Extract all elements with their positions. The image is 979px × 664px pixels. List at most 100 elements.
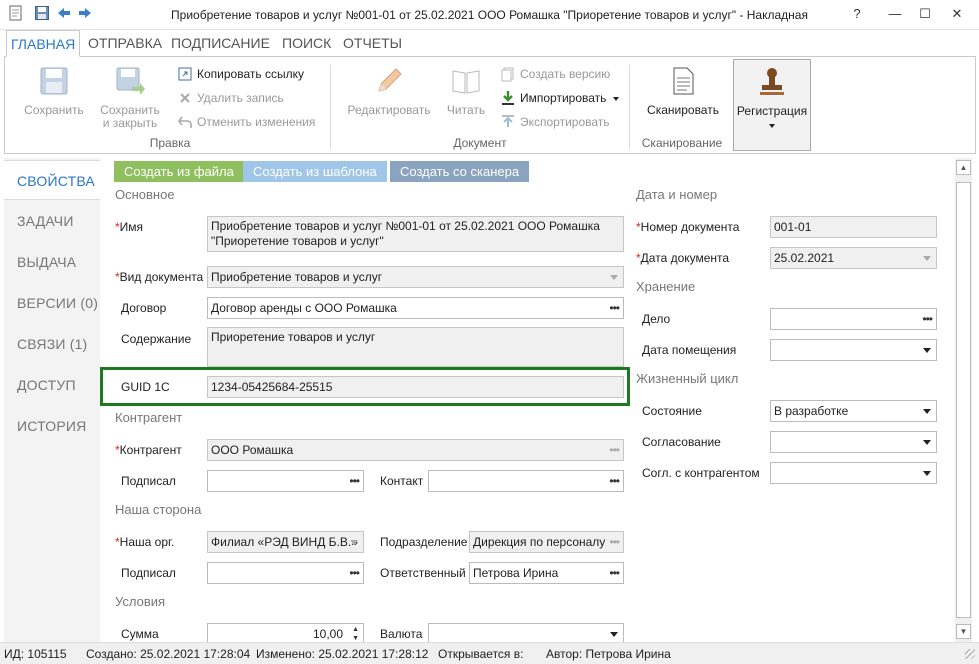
sum-field[interactable]: 10,00 ▲ ▼ <box>207 623 364 642</box>
tab-search[interactable]: ПОИСК <box>278 30 335 56</box>
contract-field[interactable]: Договор аренды с ООО Ромашка ••• <box>207 297 624 319</box>
content-label: Содержание <box>121 332 192 346</box>
create-from-template-button[interactable]: Создать из шаблона <box>243 161 387 182</box>
scroll-thumb[interactable] <box>956 182 971 618</box>
doc-number-field[interactable]: 001-01 <box>770 216 937 238</box>
ellipsis-icon[interactable]: ••• <box>609 440 620 460</box>
edit-button[interactable]: Редактировать <box>345 65 433 117</box>
signed-field[interactable]: ••• <box>207 470 364 492</box>
create-from-file-button[interactable]: Создать из файла <box>114 161 244 182</box>
state-select[interactable]: В разработке <box>770 400 937 422</box>
create-version-button[interactable]: Создать версию <box>500 65 610 83</box>
name-field[interactable]: Приобретение товаров и услуг №001-01 от … <box>207 216 624 252</box>
ellipsis-icon[interactable]: ••• <box>609 298 620 318</box>
scan-label: Сканировать <box>647 103 719 117</box>
name-label: *Имя <box>115 220 144 234</box>
undo-changes-label: Отменить изменения <box>197 115 316 129</box>
group-document-label: Документ <box>453 136 507 150</box>
import-arrow-icon <box>502 91 514 105</box>
section-storage: Хранение <box>636 279 696 294</box>
scan-button[interactable]: Сканировать <box>643 65 723 117</box>
doc-type-select[interactable]: Приобретение товаров и услуг <box>207 266 624 288</box>
read-label: Читать <box>446 103 486 117</box>
ellipsis-icon[interactable]: ••• <box>922 309 933 329</box>
delete-x-icon <box>180 93 190 103</box>
nav-versions[interactable]: ВЕРСИИ (0) <box>4 283 100 323</box>
nav-access[interactable]: ДОСТУП <box>4 365 100 405</box>
help-button[interactable]: ? <box>846 4 868 24</box>
case-field[interactable]: ••• <box>770 308 937 330</box>
import-label: Импортировать <box>520 91 607 105</box>
currency-label: Валюта <box>380 627 423 641</box>
minimize-button[interactable]: — <box>884 4 906 24</box>
responsible-label: Ответственный <box>380 566 466 580</box>
content-field[interactable]: Приоретение товаров и услуг <box>207 327 624 367</box>
save-close-label-2: и закрыть <box>102 116 158 130</box>
section-counterparty: Контрагент <box>115 410 183 425</box>
counterparty-field[interactable]: ООО Ромашка ••• <box>207 439 624 461</box>
scroll-up-icon[interactable]: ▲ <box>956 160 971 175</box>
resize-grip-icon[interactable] <box>965 649 975 659</box>
delete-record-button[interactable]: Удалить запись <box>177 89 284 107</box>
nav-properties[interactable]: СВОЙСТВА <box>4 160 104 200</box>
ellipsis-icon[interactable]: ••• <box>609 471 620 491</box>
division-field[interactable]: Дирекция по персоналу ••• <box>469 531 624 553</box>
our-org-select[interactable]: Филиал «РЭД ВИНД Б.В.» <box>207 531 364 553</box>
nav-tasks[interactable]: ЗАДАЧИ <box>4 201 100 241</box>
save-button[interactable]: Сохранить <box>19 65 89 117</box>
nav-issuance[interactable]: ВЫДАЧА <box>4 242 100 282</box>
section-our-side: Наша сторона <box>115 502 202 517</box>
responsible-field[interactable]: Петрова Ирина ••• <box>469 562 624 584</box>
placement-date-label: Дата помещения <box>642 343 737 357</box>
save-label: Сохранить <box>24 103 84 117</box>
maximize-button[interactable]: ☐ <box>914 4 936 24</box>
spinner-icon[interactable]: ▲ ▼ <box>352 625 359 642</box>
currency-select[interactable] <box>428 623 624 642</box>
import-dropdown-icon <box>612 96 619 101</box>
doc-date-field[interactable]: 25.02.2021 <box>770 247 937 269</box>
nav-links[interactable]: СВЯЗИ (1) <box>4 324 100 364</box>
tab-reports[interactable]: ОТЧЕТЫ <box>339 30 406 56</box>
save-and-close-button[interactable]: Сохранить и закрыть <box>95 65 165 130</box>
chevron-down-icon <box>923 440 931 445</box>
copy-link-button[interactable]: Копировать ссылку <box>177 65 304 83</box>
tab-main[interactable]: ГЛАВНАЯ <box>6 30 81 57</box>
close-button[interactable]: ✕ <box>946 4 968 24</box>
guid-field[interactable]: 1234-05425684-25515 <box>207 376 624 398</box>
contact-field[interactable]: ••• <box>428 470 624 492</box>
doc-type-label: *Вид документа <box>115 270 204 284</box>
ellipsis-icon[interactable]: ••• <box>349 563 360 583</box>
approval-select[interactable] <box>770 431 937 453</box>
export-label: Экспортировать <box>520 115 610 129</box>
cp-approval-select[interactable] <box>770 462 937 484</box>
properties-panel: Создать из файла Создать из шаблона Созд… <box>100 158 955 642</box>
export-button[interactable]: Экспортировать <box>500 113 610 131</box>
division-label: Подразделение <box>380 535 468 549</box>
sum-label: Сумма <box>121 627 159 641</box>
registration-button[interactable]: Регистрация <box>733 59 811 151</box>
ellipsis-icon[interactable]: ••• <box>349 471 360 491</box>
our-signed-field[interactable]: ••• <box>207 562 364 584</box>
placement-date-field[interactable] <box>770 339 937 361</box>
vertical-scrollbar[interactable]: ▲ ▼ <box>955 158 972 642</box>
ellipsis-icon[interactable]: ••• <box>609 532 620 552</box>
pencil-icon <box>378 68 402 92</box>
chevron-down-icon <box>923 348 931 353</box>
ribbon: Сохранить Сохранить и закрыть Копировать… <box>4 56 976 154</box>
import-button[interactable]: Импортировать <box>500 89 619 107</box>
nav-history[interactable]: ИСТОРИЯ <box>4 406 100 446</box>
undo-changes-button[interactable]: Отменить изменения <box>177 113 315 131</box>
chevron-down-icon <box>923 256 931 261</box>
tab-signing[interactable]: ПОДПИСАНИЕ <box>167 30 274 56</box>
scroll-down-icon[interactable]: ▼ <box>956 624 971 639</box>
section-conditions: Условия <box>115 594 166 609</box>
chevron-down-icon <box>350 540 358 545</box>
guid-label: GUID 1С <box>121 380 170 394</box>
tab-sending[interactable]: ОТПРАВКА <box>84 30 166 56</box>
ellipsis-icon[interactable]: ••• <box>609 563 620 583</box>
create-from-scanner-button[interactable]: Создать со сканера <box>390 161 530 182</box>
export-arrow-icon <box>502 115 514 127</box>
doc-number-label: *Номер документа <box>636 220 740 234</box>
ribbon-tabs: ГЛАВНАЯ ОТПРАВКА ПОДПИСАНИЕ ПОИСК ОТЧЕТЫ <box>0 30 979 57</box>
read-button[interactable]: Читать <box>441 65 491 117</box>
